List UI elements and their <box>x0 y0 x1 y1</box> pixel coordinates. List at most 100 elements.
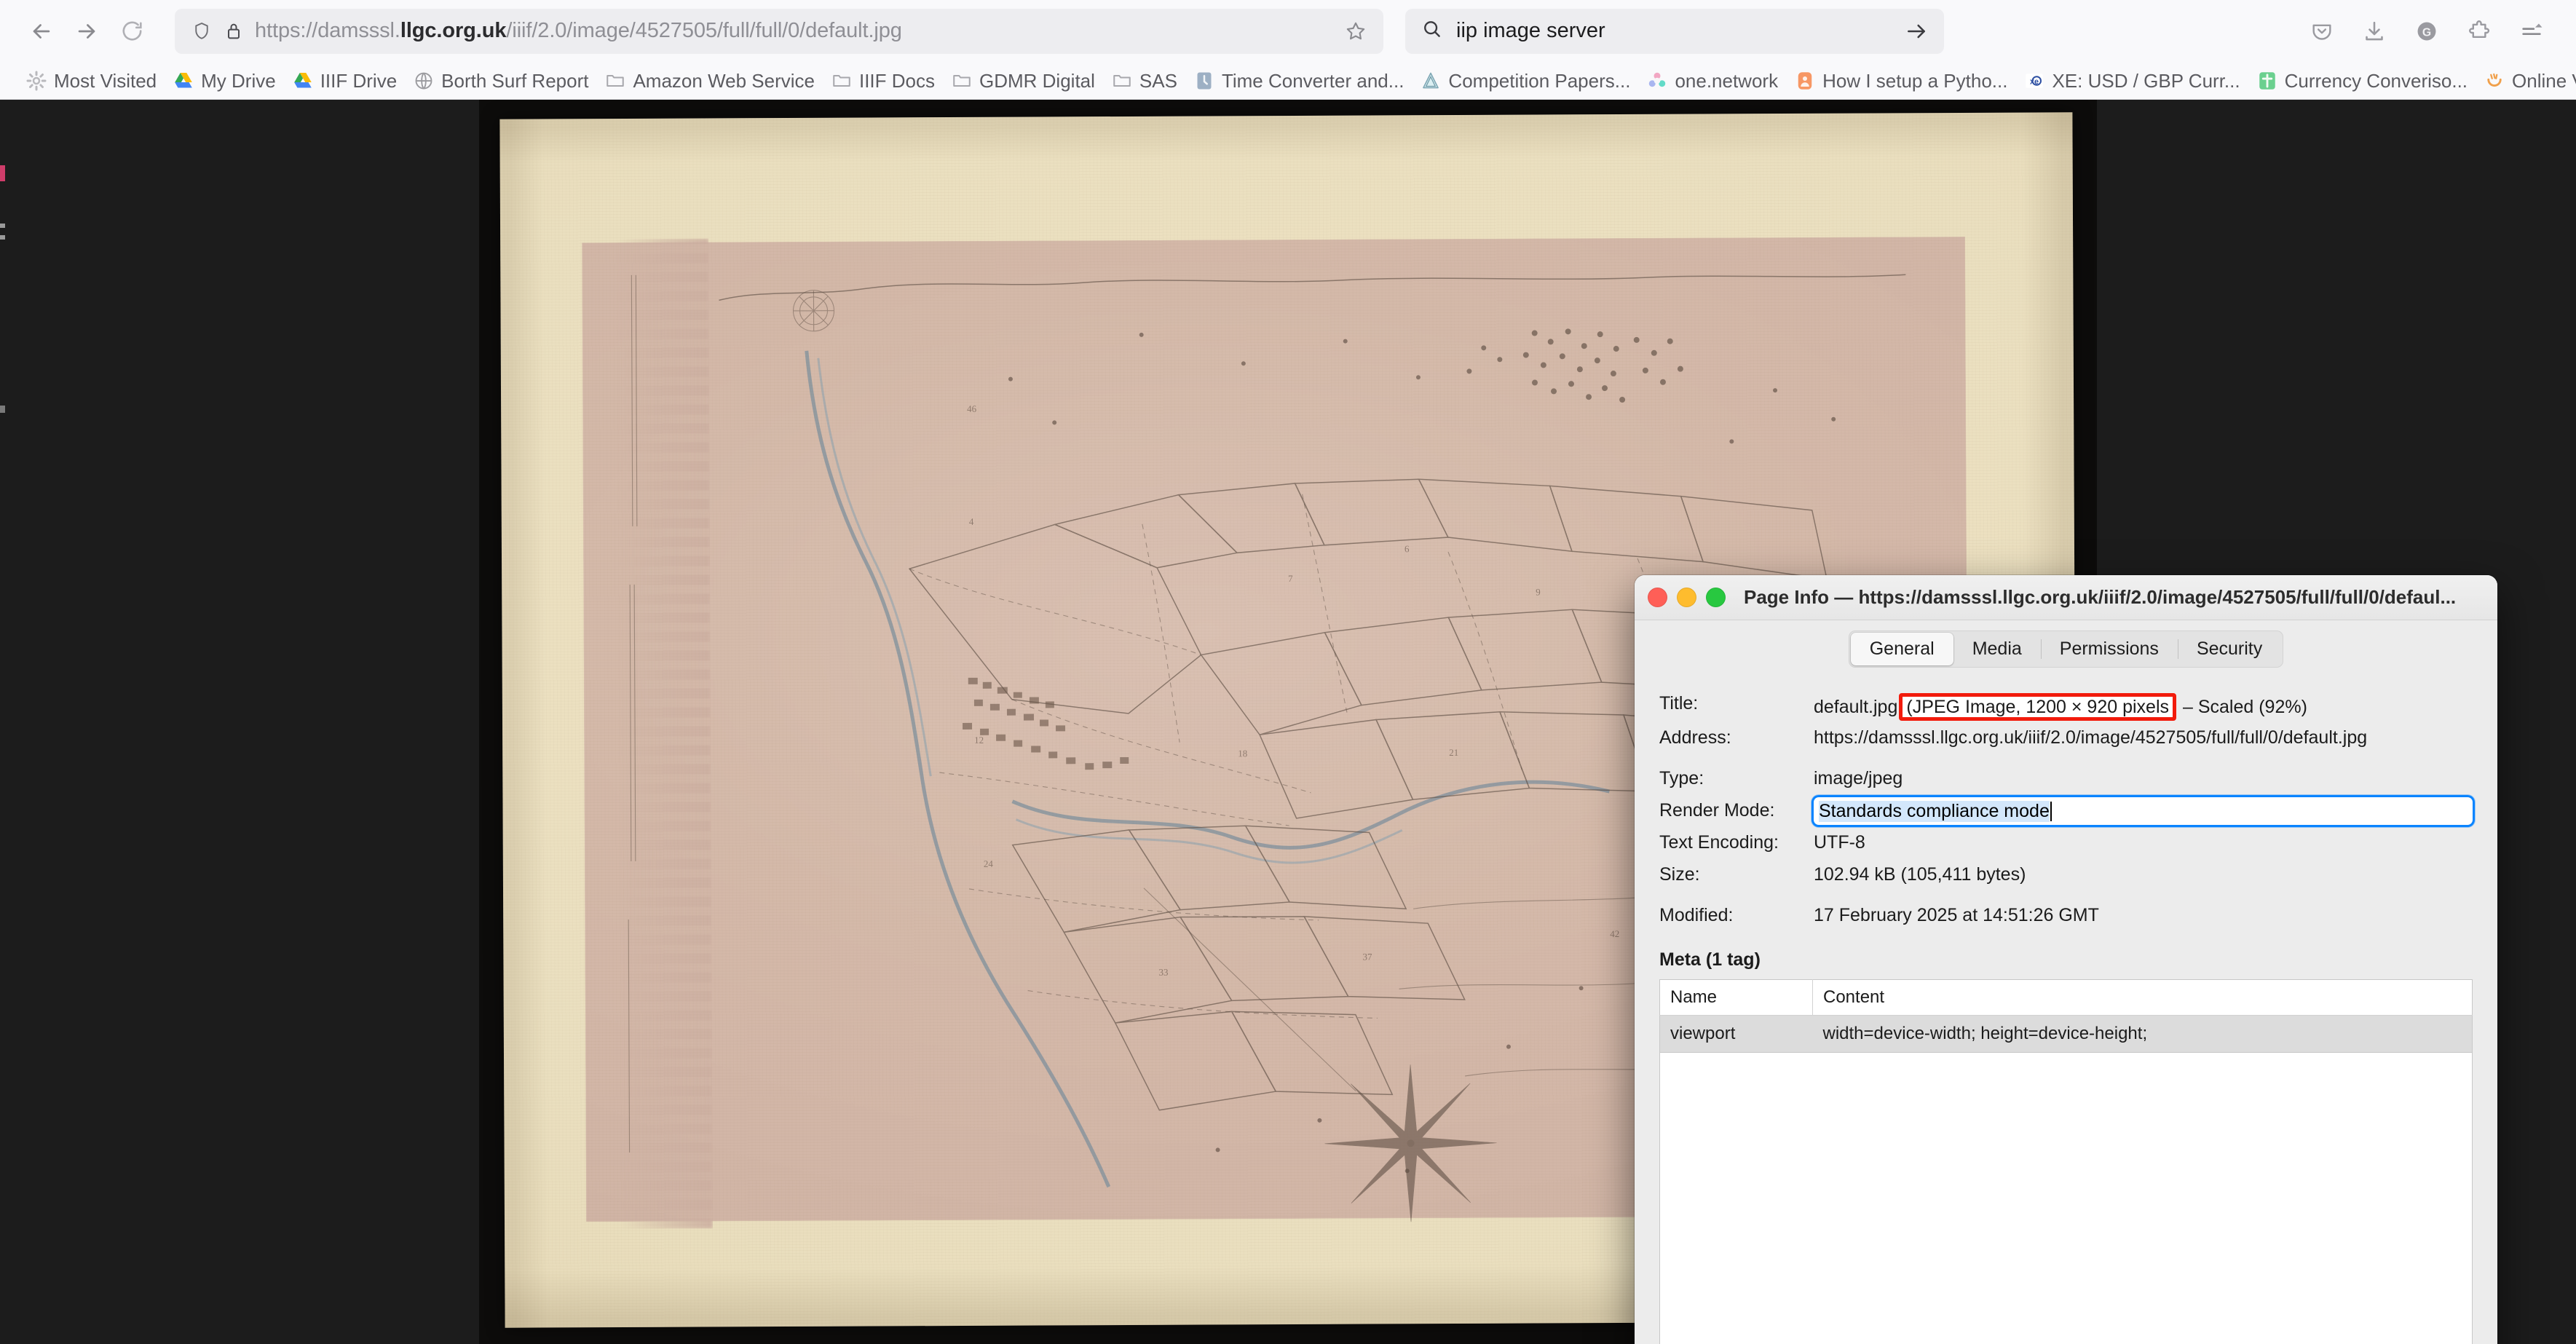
bookmark-item-one-network[interactable]: one.network <box>1638 66 1786 96</box>
globe-icon <box>413 70 435 92</box>
folder-icon <box>951 70 973 92</box>
extensions-puzzle-icon[interactable] <box>2457 9 2502 54</box>
shield-icon <box>191 20 213 42</box>
close-window-button[interactable] <box>1648 588 1667 607</box>
toolbar-right-icons: G <box>2299 9 2557 54</box>
bookmark-item-my-drive[interactable]: My Drive <box>165 66 284 96</box>
meta-table: Name Content viewport width=device-width… <box>1659 979 2473 1054</box>
triangle-logo-icon <box>1420 70 1442 92</box>
svg-text:24: 24 <box>984 858 994 869</box>
meta-col-content[interactable]: Content <box>1812 979 2473 1016</box>
info-row-title: Title: default.jpg (JPEG Image, 1200 × 9… <box>1659 689 2473 722</box>
table-row[interactable]: viewport width=device-width; height=devi… <box>1659 1015 2473 1053</box>
padlock-icon <box>224 21 243 41</box>
compass-rose <box>1324 1064 1497 1222</box>
dialog-titlebar[interactable]: Page Info — https://damsssl.llgc.org.uk/… <box>1635 575 2497 620</box>
render-mode-value: Standards compliance mode <box>1819 800 2050 822</box>
bookmark-label: GDMR Digital <box>979 69 1095 92</box>
grammarly-icon[interactable]: G <box>2404 9 2449 54</box>
title-scaled-note: – Scaled (92%) <box>2183 696 2307 717</box>
svg-text:7: 7 <box>1288 573 1293 584</box>
type-value: image/jpeg <box>1814 768 1903 789</box>
bookmark-item-how-i-setup-a-pytho[interactable]: How I setup a Pytho... <box>1786 66 2015 96</box>
google-drive-icon <box>292 70 314 92</box>
bookmark-item-currency-converiso[interactable]: Currency Converiso... <box>2248 66 2476 96</box>
bookmark-label: Competition Papers... <box>1448 69 1631 92</box>
pocket-icon[interactable] <box>2299 9 2344 54</box>
orange-smile-icon <box>2484 70 2505 92</box>
tab-security[interactable]: Security <box>2177 633 2281 665</box>
bookmark-item-xe-usd-gbp-curr[interactable]: xe XE: USD / GBP Curr... <box>2015 66 2248 96</box>
dialog-tabs: General Media Permissions Security <box>1635 620 2497 679</box>
size-value: 102.94 kB (105,411 bytes) <box>1814 864 2026 885</box>
bookmark-label: IIIF Docs <box>858 69 935 92</box>
bookmark-item-iiif-drive[interactable]: IIIF Drive <box>284 66 405 96</box>
title-value: default.jpg (JPEG Image, 1200 × 920 pixe… <box>1814 689 2307 722</box>
info-row-render-mode: Render Mode: Standards compliance mode <box>1659 796 2473 826</box>
search-icon <box>1421 18 1443 44</box>
forward-button[interactable] <box>64 9 109 54</box>
svg-text:G: G <box>2422 26 2431 39</box>
bookmark-star-icon[interactable] <box>1344 20 1367 43</box>
edge-artifact-grey-2 <box>0 235 5 240</box>
bookmark-label: Currency Converiso... <box>2284 69 2468 92</box>
render-mode-label: Render Mode: <box>1659 800 1775 821</box>
tab-permissions[interactable]: Permissions <box>2040 633 2178 665</box>
one-network-icon <box>1646 70 1668 92</box>
address-value[interactable]: https://damsssl.llgc.org.uk/iiif/2.0/ima… <box>1814 724 2367 748</box>
clock-tile-icon <box>1193 70 1215 92</box>
app-menu-icon[interactable] <box>2509 9 2554 54</box>
bookmark-label: IIIF Drive <box>320 69 398 92</box>
bookmark-item-gdmr-digital[interactable]: GDMR Digital <box>943 66 1103 96</box>
svg-text:21: 21 <box>1449 747 1458 758</box>
title-label: Title: <box>1659 693 1699 713</box>
svg-text:xe: xe <box>2030 77 2039 86</box>
info-row-address: Address: https://damsssl.llgc.org.uk/iii… <box>1659 724 2473 753</box>
download-icon[interactable] <box>2352 9 2397 54</box>
orange-avatar-icon <box>1794 70 1816 92</box>
bookmark-item-borth-surf-report[interactable]: Borth Surf Report <box>405 66 596 96</box>
title-filename: default.jpg <box>1814 696 1898 717</box>
page-info-dialog[interactable]: Page Info — https://damsssl.llgc.org.uk/… <box>1635 575 2497 1344</box>
url-text: https://damsssl.llgc.org.uk/iiif/2.0/ima… <box>255 19 902 42</box>
bookmark-item-competition-papers[interactable]: Competition Papers... <box>1412 66 1638 96</box>
gear-icon <box>25 70 47 92</box>
folder-icon <box>604 70 626 92</box>
size-label: Size: <box>1659 864 1700 885</box>
url-bar[interactable]: https://damsssl.llgc.org.uk/iiif/2.0/ima… <box>175 8 1383 54</box>
meta-table-empty-space <box>1659 1053 2473 1344</box>
info-row-text-encoding: Text Encoding: UTF-8 <box>1659 829 2473 858</box>
bookmark-item-online-voting-tool[interactable]: Online Voting Tool ... <box>2476 66 2576 96</box>
bookmark-label: Online Voting Tool ... <box>2512 69 2576 92</box>
info-row-type: Type: image/jpeg <box>1659 764 2473 794</box>
meta-row-name: viewport <box>1659 1015 1813 1053</box>
search-go-icon[interactable] <box>1905 20 1928 43</box>
bookmark-label: XE: USD / GBP Curr... <box>2052 69 2240 92</box>
tab-media[interactable]: Media <box>1953 633 2041 665</box>
minimize-window-button[interactable] <box>1677 588 1696 607</box>
edge-artifact-pink <box>0 165 5 181</box>
meta-table-header-row: Name Content <box>1659 979 2473 1016</box>
modified-value: 17 February 2025 at 14:51:26 GMT <box>1814 905 2099 926</box>
dialog-body: Title: default.jpg (JPEG Image, 1200 × 9… <box>1635 679 2497 1344</box>
info-row-modified: Modified: 17 February 2025 at 14:51:26 G… <box>1659 901 2473 930</box>
svg-text:46: 46 <box>967 403 977 414</box>
search-input-value[interactable]: iip image server <box>1456 19 1605 43</box>
folder-icon <box>831 70 853 92</box>
meta-col-name[interactable]: Name <box>1659 979 1813 1016</box>
svg-text:42: 42 <box>1610 928 1619 939</box>
bookmark-item-most-visited[interactable]: Most Visited <box>17 66 165 96</box>
edge-artifact-grey <box>0 224 5 228</box>
svg-text:18: 18 <box>1238 748 1247 759</box>
text-caret <box>2050 801 2052 821</box>
bookmark-item-iiif-docs[interactable]: IIIF Docs <box>823 66 943 96</box>
tab-general[interactable]: General <box>1850 633 1953 665</box>
render-mode-input[interactable]: Standards compliance mode <box>1814 797 2473 826</box>
back-button[interactable] <box>19 9 64 54</box>
search-bar[interactable]: iip image server <box>1405 8 1944 54</box>
bookmark-item-time-converter-and[interactable]: Time Converter and... <box>1185 66 1412 96</box>
zoom-window-button[interactable] <box>1706 588 1726 607</box>
bookmark-item-amazon-web-service[interactable]: Amazon Web Service <box>596 66 823 96</box>
reload-button[interactable] <box>109 9 154 54</box>
bookmark-item-sas[interactable]: SAS <box>1103 66 1185 96</box>
